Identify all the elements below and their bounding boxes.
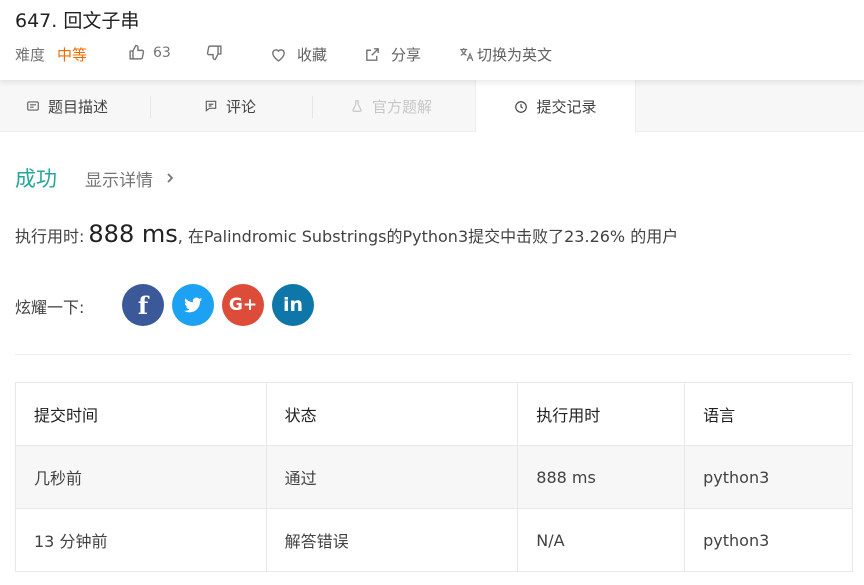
heart-icon bbox=[272, 49, 285, 62]
favorite-button[interactable]: 收藏 bbox=[270, 44, 327, 65]
tab-description[interactable]: 题目描述 bbox=[26, 80, 108, 132]
show-details-label: 显示详情 bbox=[85, 170, 153, 191]
table-row: 几秒前 通过 888 ms python3 bbox=[15, 445, 853, 509]
linkedin-share-button[interactable]: in bbox=[272, 284, 314, 326]
chevron-right-icon bbox=[167, 173, 174, 183]
submissions-table: 提交时间 状态 执行用时 语言 几秒前 通过 888 ms python3 13… bbox=[15, 382, 853, 572]
runtime-value: 888 ms bbox=[88, 220, 178, 248]
share-button[interactable]: 分享 bbox=[364, 44, 421, 65]
column-header: 语言 bbox=[684, 382, 853, 446]
runtime-suffix: , 在Palindromic Substrings的Python3提交中击败了2… bbox=[177, 227, 679, 246]
tab-description-label: 题目描述 bbox=[48, 97, 109, 116]
submission-status-link[interactable]: 通过 bbox=[265, 445, 519, 509]
submission-runtime: N/A bbox=[517, 508, 686, 572]
table-header-row: 提交时间 状态 执行用时 语言 bbox=[15, 382, 853, 446]
column-header: 状态 bbox=[265, 382, 519, 446]
flask-icon bbox=[352, 100, 362, 112]
dislike-button[interactable] bbox=[206, 44, 223, 61]
runtime-summary: 执行用时: 888 ms , 在Palindromic Substrings的P… bbox=[15, 220, 678, 248]
tab-submissions-label: 提交记录 bbox=[536, 98, 597, 116]
google-plus-icon: G+ bbox=[228, 295, 258, 315]
runtime-prefix: 执行用时: bbox=[15, 227, 85, 246]
difficulty-value: 中等 bbox=[57, 45, 88, 64]
switch-language-label: 切换为英文 bbox=[477, 46, 553, 64]
share-label: 分享 bbox=[391, 46, 422, 64]
result-status: 成功 bbox=[15, 167, 57, 191]
translate-icon bbox=[460, 48, 474, 62]
favorite-label: 收藏 bbox=[297, 46, 328, 64]
submission-status-link[interactable]: 解答错误 bbox=[265, 508, 519, 572]
submission-runtime: 888 ms bbox=[517, 445, 686, 509]
tab-submissions[interactable]: 提交记录 bbox=[475, 80, 636, 133]
difficulty: 难度 中等 bbox=[15, 42, 87, 66]
google-plus-share-button[interactable]: G+ bbox=[222, 284, 264, 326]
tab-comments-label: 评论 bbox=[226, 97, 257, 116]
difficulty-label: 难度 bbox=[15, 45, 46, 64]
submission-language: python3 bbox=[684, 445, 853, 509]
result-status-row: 成功 显示详情 bbox=[15, 163, 175, 193]
submission-time: 13 分钟前 bbox=[15, 508, 267, 572]
facebook-icon: f bbox=[137, 290, 149, 320]
thumbs-down-icon bbox=[206, 45, 222, 61]
facebook-share-button[interactable]: f bbox=[122, 284, 164, 326]
twitter-icon bbox=[183, 297, 203, 313]
tab-official-solution-label: 官方题解 bbox=[372, 97, 433, 116]
tab-separator bbox=[150, 96, 151, 118]
column-header: 提交时间 bbox=[15, 382, 267, 446]
twitter-share-button[interactable] bbox=[172, 284, 214, 326]
tab-comments[interactable]: 评论 bbox=[204, 80, 256, 132]
problem-title: 647. 回文子串 bbox=[15, 10, 140, 32]
description-icon bbox=[27, 101, 39, 111]
table-row: 13 分钟前 解答错误 N/A python3 bbox=[15, 508, 853, 572]
submission-language: python3 bbox=[684, 508, 853, 572]
like-button[interactable]: 63 bbox=[128, 44, 171, 61]
tab-separator bbox=[312, 96, 313, 118]
like-count: 63 bbox=[153, 44, 171, 61]
column-header: 执行用时 bbox=[517, 382, 686, 446]
clock-icon bbox=[515, 100, 528, 113]
thumbs-up-icon bbox=[129, 44, 145, 60]
show-details-button[interactable]: 显示详情 bbox=[85, 166, 175, 191]
switch-language-button[interactable]: 切换为英文 bbox=[458, 44, 552, 65]
problem-header: 647. 回文子串 难度 中等 63 收藏 分享 切换为英文 bbox=[0, 0, 864, 80]
divider bbox=[15, 354, 852, 355]
share-label: 炫耀一下: bbox=[15, 298, 85, 317]
tab-official-solution: 官方题解 bbox=[350, 80, 432, 132]
share-icon bbox=[366, 48, 379, 61]
comment-icon bbox=[205, 100, 217, 112]
problem-tabs: 题目描述 评论 官方题解 提交记录 bbox=[0, 80, 864, 133]
submission-time: 几秒前 bbox=[15, 445, 267, 509]
linkedin-icon: in bbox=[282, 294, 304, 316]
